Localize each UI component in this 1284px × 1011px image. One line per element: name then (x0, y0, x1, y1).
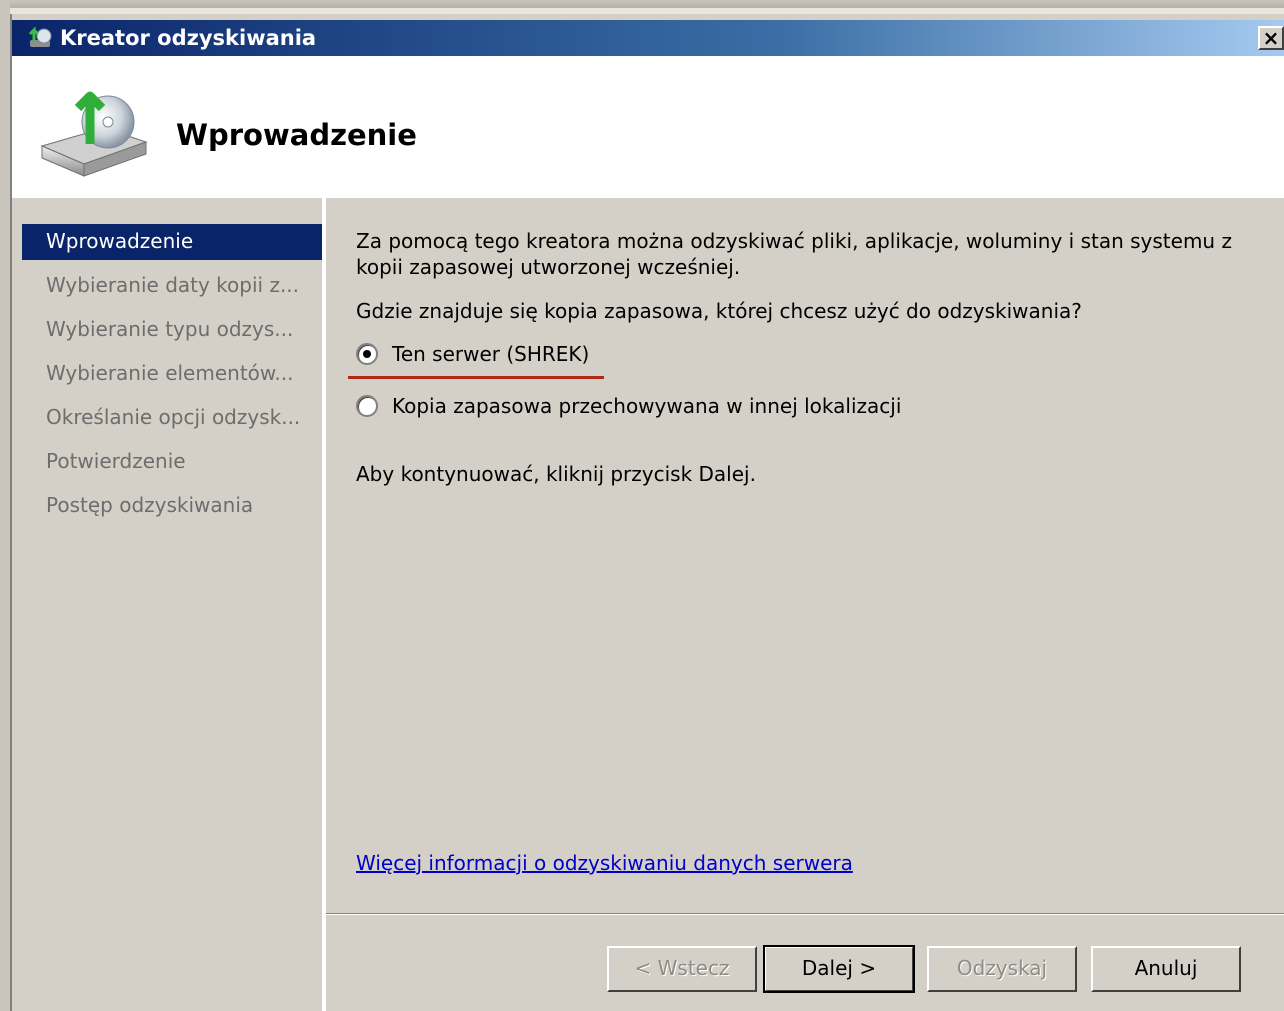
option-other-location-label[interactable]: Kopia zapasowa przechowywana w innej lok… (392, 394, 901, 418)
background-window-edge (0, 0, 10, 1011)
option-this-server-label[interactable]: Ten serwer (SHREK) (392, 342, 589, 366)
radio-this-server[interactable] (356, 343, 378, 365)
wizard-app-icon (28, 26, 52, 47)
wizard-header: Wprowadzenie (12, 56, 1284, 198)
next-button[interactable]: Dalej > (763, 945, 915, 993)
desktop-background: Kreator odzyskiwania × Wprowadzenie Wpro… (0, 0, 1284, 1011)
annotation-underline (348, 376, 604, 379)
backup-restore-disk-icon (40, 91, 148, 177)
continue-instruction: Aby kontynuować, kliknij przycisk Dalej. (356, 462, 756, 486)
intro-text: Za pomocą tego kreatora można odzyskiwać… (356, 229, 1232, 279)
wizard-content: Za pomocą tego kreatora można odzyskiwać… (326, 198, 1284, 1011)
sidebar-item-wprowadzenie[interactable]: Wprowadzenie (22, 224, 322, 260)
wizard-steps-sidebar: Wprowadzenie Wybieranie daty kopii z... … (12, 198, 322, 1011)
backup-location-question: Gdzie znajduje się kopia zapasowa, które… (356, 299, 1082, 323)
option-this-server[interactable]: Ten serwer (SHREK) (356, 339, 589, 369)
option-other-location[interactable]: Kopia zapasowa przechowywana w innej lok… (356, 391, 901, 421)
more-info-link[interactable]: Więcej informacji o odzyskiwaniu danych … (356, 851, 853, 875)
title-bar[interactable]: Kreator odzyskiwania × (12, 20, 1284, 56)
sidebar-item-backup-date[interactable]: Wybieranie daty kopii z... (22, 268, 322, 304)
page-title: Wprowadzenie (176, 118, 417, 152)
recover-button[interactable]: Odzyskaj (927, 946, 1077, 992)
close-button[interactable]: × (1258, 26, 1284, 50)
sidebar-item-recovery-type[interactable]: Wybieranie typu odzys... (22, 312, 322, 348)
cancel-button[interactable]: Anuluj (1091, 946, 1241, 992)
back-button[interactable]: < Wstecz (607, 946, 757, 992)
recovery-wizard-window: Kreator odzyskiwania × Wprowadzenie Wpro… (10, 14, 1284, 1011)
window-title: Kreator odzyskiwania (60, 26, 317, 50)
sidebar-item-recovery-options[interactable]: Określanie opcji odzysk... (22, 400, 322, 436)
radio-other-location[interactable] (356, 395, 378, 417)
background-window-strip (0, 0, 1284, 8)
sidebar-item-confirmation[interactable]: Potwierdzenie (22, 444, 322, 480)
sidebar-item-progress[interactable]: Postęp odzyskiwania (22, 488, 322, 524)
radio-selected-dot (363, 350, 371, 358)
button-area-separator (326, 913, 1284, 915)
sidebar-item-select-items[interactable]: Wybieranie elementów... (22, 356, 322, 392)
